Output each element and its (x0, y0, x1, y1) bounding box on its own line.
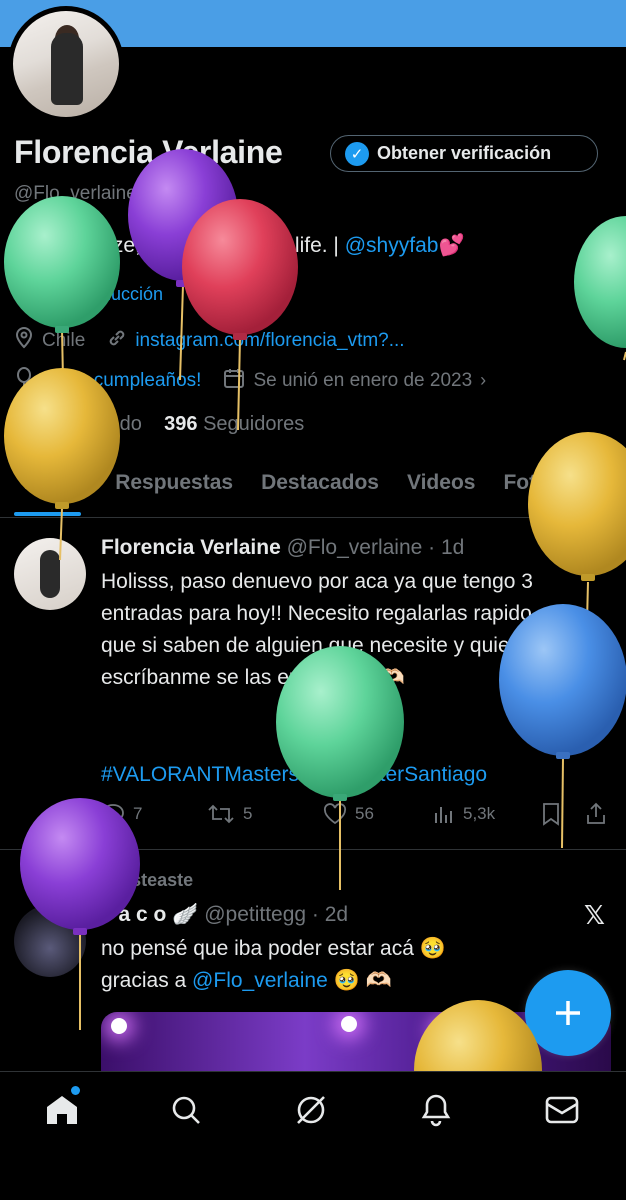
bio-text: 20 | socialize, romanticize the life. | (14, 234, 345, 257)
post-author-name[interactable]: c a c o 🪽 (101, 903, 198, 926)
profile-meta-row-1: Chile instagram.com/florencia_vtm?... (14, 326, 405, 354)
calendar-icon (223, 368, 245, 393)
post-author-name[interactable]: Florencia Verlaine (101, 536, 281, 559)
followers-link[interactable]: 396 Seguidores (164, 413, 304, 435)
profile-tabs: Posts Respuestas Destacados Videos Fotos (0, 468, 626, 518)
get-verified-label: Obtener verificación (377, 143, 552, 163)
birthday-link[interactable]: ¡Feliz cumpleaños! (42, 370, 201, 392)
post-divider (0, 849, 626, 850)
balloon (4, 196, 120, 431)
get-verified-button[interactable]: ✓ Obtener verificación (330, 135, 598, 172)
plus-icon (556, 1001, 580, 1025)
bio-mention-link[interactable]: @shyyfab (345, 234, 439, 257)
post-author-meta: @petittegg · 2d (204, 903, 349, 926)
post-header: Florencia Verlaine @Flo_verlaine · 1d (101, 536, 464, 560)
verified-badge-icon: ✓ (345, 141, 369, 166)
tab-posts[interactable]: Posts (0, 468, 95, 517)
following-link[interactable]: 136 Siguiendo (14, 413, 142, 435)
mail-icon (545, 1096, 579, 1124)
profile-website-link[interactable]: instagram.com/florencia_vtm?... (135, 330, 404, 352)
nav-home[interactable] (42, 1086, 82, 1130)
grok-icon (297, 1096, 325, 1124)
profile-name: Florencia Verlaine (14, 134, 283, 170)
profile-bio: 20 | socialize, romanticize the life. | … (14, 234, 465, 258)
balloon-icon (14, 367, 34, 394)
hashtag-link[interactable]: #VALORANTMasters (101, 763, 299, 786)
like-count: 56 (355, 804, 374, 823)
link-icon (107, 328, 127, 353)
show-translation-link[interactable]: Mostrar traducción (14, 284, 163, 305)
tab-videos[interactable]: Videos (393, 468, 489, 517)
views-icon (435, 807, 452, 823)
balloon (4, 368, 120, 561)
location-pin-icon (14, 326, 34, 354)
search-icon (172, 1096, 200, 1124)
bell-icon (421, 1094, 451, 1127)
profile-meta-row-2: ¡Feliz cumpleaños! Se unió en enero de 2… (14, 367, 486, 394)
nav-messages[interactable] (542, 1090, 582, 1130)
nav-grok[interactable] (291, 1090, 331, 1130)
heart-icon (323, 803, 347, 825)
post-hashtags: #VALORANTMasters ✕ #MasterSantiago (101, 759, 611, 791)
post-text-line-1: no pensé que iba poder estar acá 🥹 (101, 937, 446, 960)
nav-search[interactable] (166, 1090, 206, 1130)
valorant-emoji-icon: ✕ (304, 763, 323, 786)
share-button[interactable] (585, 802, 607, 826)
reply-button[interactable]: 7 (101, 803, 207, 825)
repost-button[interactable]: 5 (207, 803, 323, 825)
bookmark-button[interactable] (541, 802, 585, 826)
reply-count: 7 (133, 804, 143, 823)
profile-stats: 136 Siguiendo 396 Seguidores (14, 413, 304, 436)
profile-joined-date: Se unió en enero de 2023 (253, 369, 473, 391)
view-count: 5,3k (463, 804, 496, 823)
reply-icon (102, 804, 124, 825)
notification-dot (71, 1086, 80, 1095)
bio-emoji: 💕 (438, 234, 465, 257)
tab-replies[interactable]: Respuestas (95, 468, 247, 517)
compose-post-button[interactable] (525, 970, 611, 1056)
views-button[interactable]: 5,3k (433, 803, 541, 825)
post-avatar[interactable] (14, 905, 86, 977)
post-author-meta: @Flo_verlaine · 1d (286, 536, 465, 559)
home-icon (47, 1096, 77, 1124)
profile-avatar[interactable] (8, 6, 124, 122)
reposted-indicator: ⟲ Reposteaste (66, 870, 194, 890)
bookmark-icon (543, 803, 559, 826)
share-icon (587, 802, 605, 824)
profile-location: Chile (42, 329, 86, 351)
x-logo-icon: 𝕏 (584, 532, 605, 562)
tab-highlights[interactable]: Destacados (247, 468, 393, 517)
post-actions: 7 5 56 5,3k (101, 802, 611, 826)
profile-handle: @Flo_verlaine (14, 183, 137, 204)
like-button[interactable]: 56 (323, 803, 433, 825)
repost-count: 5 (243, 804, 253, 823)
bottom-navigation (0, 1071, 626, 1200)
mention-link[interactable]: @Flo_verlaine (192, 969, 328, 992)
post-avatar[interactable] (14, 538, 86, 610)
post-header: c a c o 🪽 @petittegg · 2d (101, 903, 348, 927)
repost-small-icon: ⟲ (66, 870, 82, 890)
hashtag-link[interactable]: #MasterSantiago (328, 763, 487, 786)
chevron-right-icon[interactable]: › (480, 370, 486, 391)
nav-notifications[interactable] (416, 1090, 456, 1130)
tab-photos[interactable]: Fotos (489, 468, 574, 517)
balloon (574, 216, 626, 361)
post-text: Holisss, paso denuevo por aca ya que ten… (101, 570, 571, 689)
x-logo-icon: 𝕏 (584, 900, 605, 930)
repost-icon (208, 804, 234, 824)
